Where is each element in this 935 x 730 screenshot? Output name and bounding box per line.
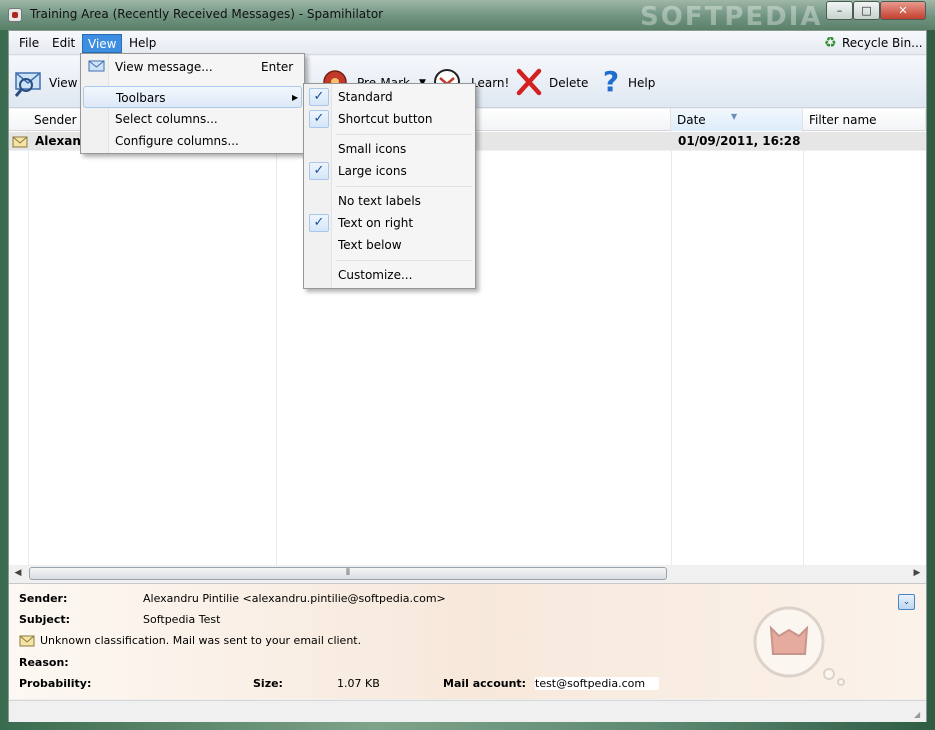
view-message-label: View message...: [115, 60, 213, 74]
sort-descending-icon: ▼: [731, 112, 738, 121]
submenu-item-text-on-right[interactable]: ✓ Text on right: [306, 212, 473, 234]
view-message-icon: [14, 72, 41, 97]
submenu-arrow-icon: ▶: [292, 93, 299, 102]
submenu-item-large-icons[interactable]: ✓ Large icons: [306, 160, 473, 182]
recycle-bin-button[interactable]: ♻ Recycle Bin...: [822, 34, 923, 53]
column-filter-name[interactable]: Filter name: [803, 109, 926, 131]
menu-help[interactable]: Help: [124, 34, 161, 53]
maximize-button[interactable]: □: [853, 1, 880, 20]
view-message-shortcut: Enter: [261, 60, 294, 74]
horizontal-scrollbar[interactable]: ◀ ⦀ ▶: [9, 565, 926, 582]
account-value: test@softpedia.com: [535, 677, 660, 690]
delete-button[interactable]: Delete: [513, 66, 591, 100]
envelope-icon: [19, 635, 35, 647]
minimize-button[interactable]: –: [826, 1, 853, 20]
view-message-icon: [88, 60, 105, 72]
help-icon: ?: [602, 65, 620, 98]
menu-item-configure-columns[interactable]: Configure columns...: [83, 130, 302, 152]
customize-label: Customize...: [338, 268, 413, 282]
devil-icon: [753, 606, 845, 686]
menu-edit[interactable]: Edit: [47, 34, 80, 53]
no-text-labels-label: No text labels: [338, 194, 421, 208]
menu-item-select-columns[interactable]: Select columns...: [83, 108, 302, 130]
scroll-thumb[interactable]: ⦀: [29, 567, 667, 580]
scroll-left-icon[interactable]: ◀: [11, 567, 25, 580]
recycle-bin-label: Recycle Bin...: [842, 36, 923, 50]
column-date-label: Date: [677, 113, 706, 127]
window-title: Training Area (Recently Received Message…: [30, 7, 384, 21]
close-button[interactable]: ✕: [880, 1, 926, 20]
sender-value: Alexandru Pintilie <alexandru.pintilie@s…: [143, 592, 446, 605]
expand-details-button[interactable]: ⌄: [898, 594, 915, 610]
sender-label: Sender:: [19, 592, 68, 605]
submenu-item-standard[interactable]: ✓ Standard: [306, 86, 473, 108]
subject-label: Subject:: [19, 613, 71, 626]
help-label: Help: [628, 76, 656, 90]
toolbars-submenu: ✓ Standard ✓ Shortcut button Small icons…: [303, 83, 476, 289]
subject-value: Softpedia Test: [143, 613, 221, 626]
resize-grip-icon[interactable]: ◢: [914, 710, 924, 720]
watermark-text: SOFTPEDIA: [640, 2, 823, 32]
configure-columns-label: Configure columns...: [115, 134, 239, 148]
help-button[interactable]: ? Help: [595, 66, 665, 100]
status-bar: ◢: [9, 700, 926, 722]
checkmark-icon: ✓: [309, 214, 329, 232]
checkmark-icon: ✓: [309, 110, 329, 128]
recycle-icon: ♻: [824, 35, 837, 51]
view-message-button[interactable]: View m: [13, 66, 83, 124]
submenu-item-text-below[interactable]: Text below: [306, 234, 473, 256]
app-icon[interactable]: [8, 8, 22, 22]
title-bar: Training Area (Recently Received Message…: [0, 0, 935, 32]
shortcut-button-label: Shortcut button: [338, 112, 433, 126]
submenu-item-customize[interactable]: Customize...: [306, 264, 473, 286]
reason-label: Reason:: [19, 656, 69, 669]
checkmark-icon: ✓: [309, 162, 329, 180]
learn-label: Learn!: [471, 76, 510, 90]
delete-label: Delete: [549, 76, 589, 90]
classification-text: Unknown classification. Mail was sent to…: [40, 634, 362, 647]
menu-item-toolbars[interactable]: Toolbars ▶: [83, 86, 302, 108]
submenu-item-no-text-labels[interactable]: No text labels: [306, 190, 473, 212]
size-label: Size:: [253, 677, 283, 690]
standard-label: Standard: [338, 90, 393, 104]
select-columns-label: Select columns...: [115, 112, 218, 126]
size-value: 1.07 KB: [337, 677, 380, 690]
large-icons-label: Large icons: [338, 164, 407, 178]
view-menu: View message... Enter Toolbars ▶ Select …: [80, 53, 305, 154]
column-date[interactable]: ▼ Date: [671, 109, 803, 131]
submenu-item-small-icons[interactable]: Small icons: [306, 138, 473, 160]
submenu-item-shortcut-button[interactable]: ✓ Shortcut button: [306, 108, 473, 130]
scroll-right-icon[interactable]: ▶: [910, 567, 924, 580]
menu-view[interactable]: View: [82, 34, 123, 53]
delete-icon: [516, 68, 542, 96]
details-pane: Sender: Alexandru Pintilie <alexandru.pi…: [9, 583, 926, 699]
envelope-icon: [12, 136, 28, 148]
text-below-label: Text below: [338, 238, 402, 252]
checkmark-icon: ✓: [309, 88, 329, 106]
toolbars-label: Toolbars: [116, 91, 166, 105]
menu-item-view-message[interactable]: View message... Enter: [83, 56, 302, 78]
text-on-right-label: Text on right: [338, 216, 414, 230]
account-label: Mail account:: [443, 677, 527, 690]
probability-label: Probability:: [19, 677, 92, 690]
menu-file[interactable]: File: [14, 34, 44, 53]
row-date: 01/09/2011, 16:28: [678, 134, 801, 148]
small-icons-label: Small icons: [338, 142, 407, 156]
menu-bar: File Edit View Help ♻ Recycle Bin...: [9, 31, 926, 55]
